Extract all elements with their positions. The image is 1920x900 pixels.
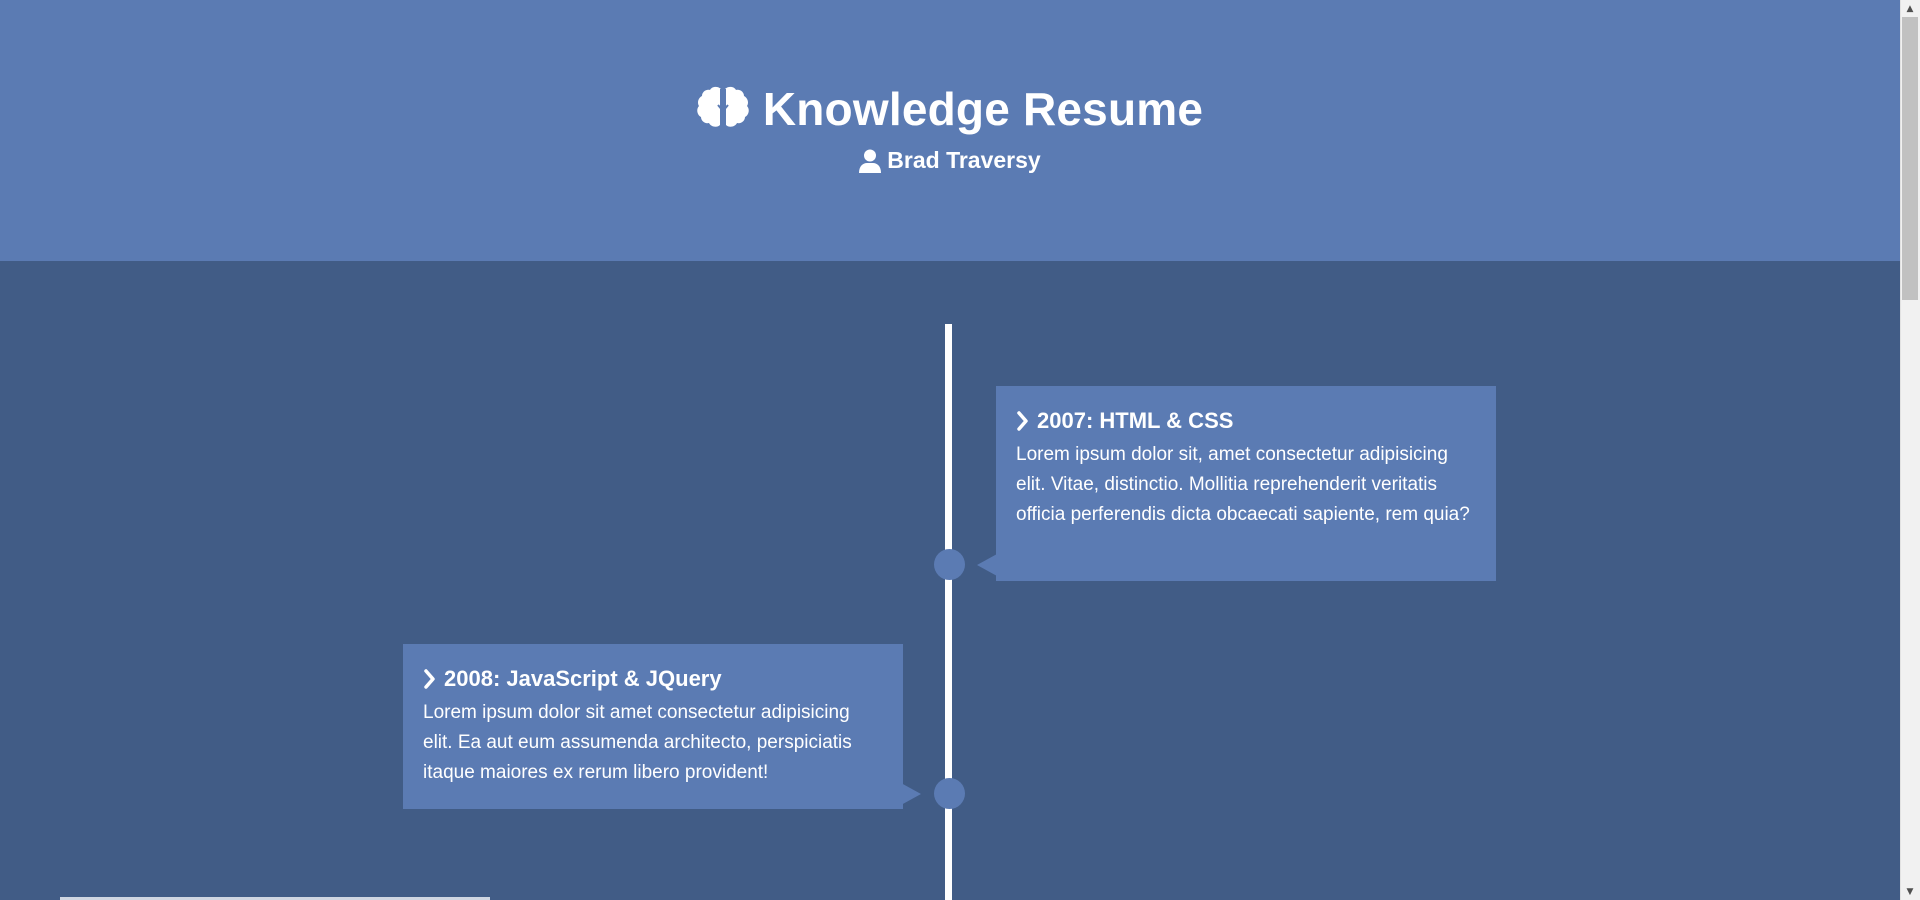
page-title: Knowledge Resume — [0, 82, 1900, 136]
entry-heading: 2008: JavaScript & JQuery — [423, 666, 883, 692]
chevron-right-icon — [1016, 411, 1029, 431]
entry-heading: 2007: HTML & CSS — [1016, 408, 1476, 434]
entry-heading-text: 2008: JavaScript & JQuery — [444, 666, 722, 691]
scrollbar-thumb[interactable] — [1902, 17, 1918, 300]
timeline-entry-2008: 2008: JavaScript & JQuery Lorem ipsum do… — [403, 644, 903, 809]
entry-body: Lorem ipsum dolor sit amet consectetur a… — [423, 702, 852, 783]
user-icon — [859, 149, 882, 173]
arrow-up-icon[interactable]: ▲ — [1900, 0, 1920, 17]
author-name: Brad Traversy — [0, 147, 1900, 174]
page: Knowledge Resume Brad Traversy 2007: HTM… — [0, 0, 1920, 900]
timeline-dot — [934, 778, 965, 809]
card-pointer — [977, 554, 997, 576]
card-pointer — [901, 783, 921, 805]
timeline-dot — [934, 549, 965, 580]
page-title-text: Knowledge Resume — [762, 83, 1204, 135]
site-header: Knowledge Resume Brad Traversy — [0, 0, 1900, 261]
brain-icon — [697, 85, 749, 133]
author-name-text: Brad Traversy — [887, 147, 1041, 173]
arrow-down-icon[interactable]: ▼ — [1900, 883, 1920, 900]
chevron-right-icon — [423, 669, 436, 689]
entry-body: Lorem ipsum dolor sit, amet consectetur … — [1016, 444, 1470, 525]
timeline-entry-2007: 2007: HTML & CSS Lorem ipsum dolor sit, … — [996, 386, 1496, 581]
timeline-line — [945, 324, 952, 900]
entry-heading-text: 2007: HTML & CSS — [1037, 408, 1234, 433]
